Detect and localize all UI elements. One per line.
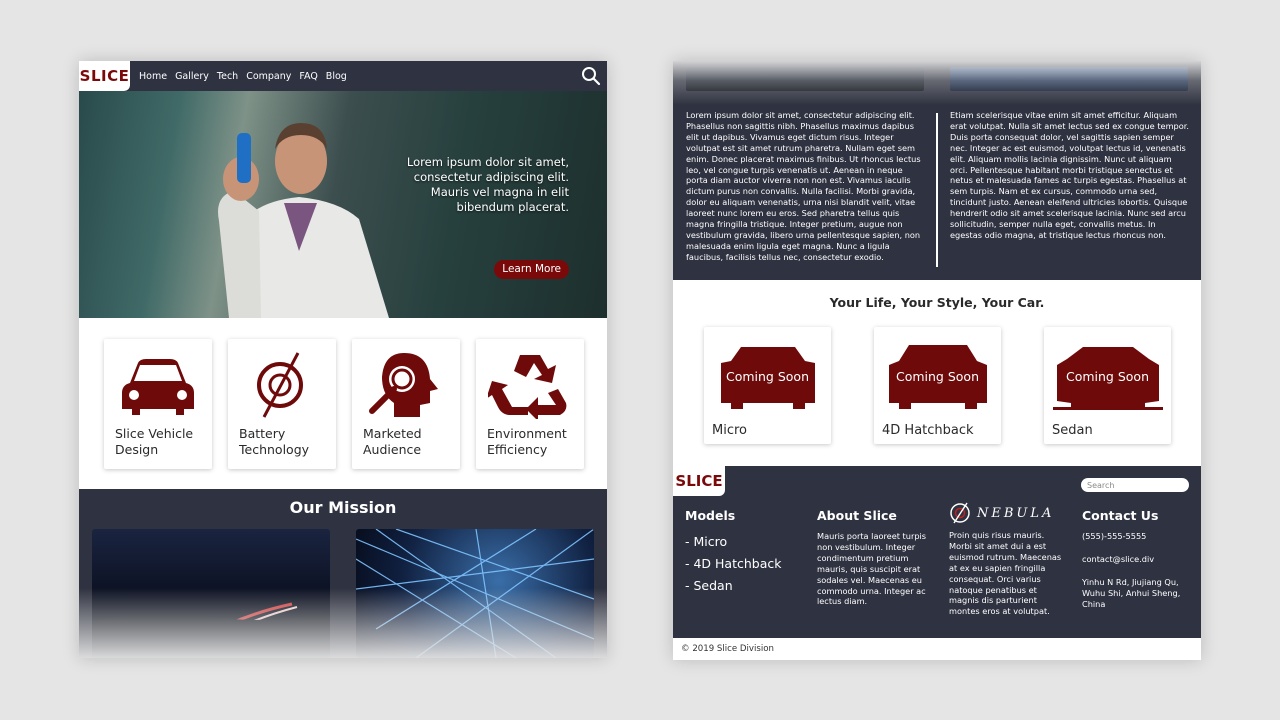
footer-nebula-column: NEBULA Proin quis risus mauris. Morbi si… [949,502,1064,617]
navbar: SLICE Home Gallery Tech Company FAQ Blog [79,61,607,91]
nav-home[interactable]: Home [139,71,167,82]
feature-card-vehicle-design[interactable]: Slice Vehicle Design [104,339,212,469]
models-tagline: Your Life, Your Style, Your Car. [829,295,1045,310]
feature-label: Slice Vehicle Design [115,426,194,457]
recycle-icon [488,355,567,419]
mission-text-section: Lorem ipsum dolor sit amet, consectetur … [673,61,1201,280]
hero-banner: Lorem ipsum dolor sit amet, consectetur … [79,91,607,318]
nebula-header: NEBULA [949,502,1064,524]
scientist-photo [218,123,389,318]
feature-card-environment-efficiency[interactable]: Environment Efficiency [476,339,584,469]
footer-model-link-sedan[interactable]: - Sedan [685,575,782,597]
battery-icon [257,352,303,418]
light-network-photo [356,529,594,658]
nebula-logo-icon [950,502,970,524]
homepage-mockup-bottom: Lorem ipsum dolor sit amet, consectetur … [673,61,1201,660]
footer-contact-title: Contact Us [1082,508,1159,523]
footer-about-text: Mauris porta laoreet turpis non vestibul… [817,531,927,607]
nebula-wordmark: NEBULA [977,505,1055,521]
nav-tech[interactable]: Tech [217,71,238,82]
copyright-bar: © 2019 Slice Division [673,638,1201,660]
model-card-4d-hatchback[interactable]: Coming Soon 4D Hatchback [874,327,1001,444]
learn-more-button[interactable]: Learn More [494,260,569,279]
light-lines [356,529,594,658]
footer-about-title: About Slice [817,508,897,523]
feature-label: Battery Technology [239,426,310,457]
mission-paragraph-right: Etiam scelerisque vitae enim sit amet ef… [950,110,1189,240]
model-cards: Coming Soon Micro Coming Soon 4D Hatchba… [704,327,1171,444]
feature-cards: Slice Vehicle Design Battery Technology … [104,339,584,469]
homepage-mockup-top: SLICE Home Gallery Tech Company FAQ Blog [79,61,607,658]
model-name: Micro [712,423,747,438]
night-highway-photo [92,529,330,658]
model-card-sedan[interactable]: Coming Soon Sedan [1044,327,1171,444]
model-name: Sedan [1052,423,1093,438]
contact-address: Yinhu N Rd, Jiujiang Qu, Wuhu Shi, Anhui… [1082,576,1181,609]
nav-faq[interactable]: FAQ [299,71,317,82]
footer-brand-text: SLICE [675,472,723,490]
coming-soon-badge: Coming Soon [1065,369,1149,384]
nav-blog[interactable]: Blog [326,71,347,82]
brand-logo-text: SLICE [79,67,130,85]
fade-overlay [673,61,1201,105]
footer-model-link-hatchback[interactable]: - 4D Hatchback [685,553,782,575]
footer-model-link-micro[interactable]: - Micro [685,531,782,553]
feature-label: Environment Efficiency [487,426,567,457]
footer-about-column: About Slice Mauris porta laoreet turpis … [817,508,927,607]
contact-email[interactable]: contact@slice.div [1082,554,1194,565]
footer-contact-column: Contact Us (555)-555-5555 contact@slice.… [1082,508,1194,622]
footer-nebula-text: Proin quis risus mauris. Morbi sit amet … [949,530,1062,617]
mission-title: Our Mission [289,498,397,517]
footer-brand-logo[interactable]: SLICE [673,466,725,496]
feature-label: Marketed Audience [363,426,422,457]
model-name: 4D Hatchback [882,423,974,438]
light-trails [92,602,330,658]
coming-soon-badge: Coming Soon [725,369,809,384]
nav-company[interactable]: Company [246,71,291,82]
footer-search-input[interactable] [1081,478,1189,492]
car-icon [122,359,194,415]
column-divider [936,113,938,267]
hero-text: Lorem ipsum dolor sit amet, consectetur … [406,155,569,214]
brand-logo[interactable]: SLICE [79,61,130,91]
feature-card-marketed-audience[interactable]: Marketed Audience [352,339,460,469]
search-icon[interactable] [581,66,601,86]
mission-section: Our Mission [79,489,607,658]
footer-models-title: Models [685,508,736,523]
footer-models-column: Models - Micro - 4D Hatchback - Sedan [685,508,782,597]
nav-links: Home Gallery Tech Company FAQ Blog [139,71,347,82]
site-footer: SLICE Models - Micro - 4D Hatchback - Se… [673,466,1201,638]
feature-card-battery-technology[interactable]: Battery Technology [228,339,336,469]
coming-soon-badge: Coming Soon [895,369,979,384]
contact-phone[interactable]: (555)-555-5555 [1082,531,1194,542]
model-card-micro[interactable]: Coming Soon Micro [704,327,831,444]
mission-paragraph-left: Lorem ipsum dolor sit amet, consectetur … [686,110,921,262]
audience-icon [369,353,438,417]
nav-gallery[interactable]: Gallery [175,71,209,82]
